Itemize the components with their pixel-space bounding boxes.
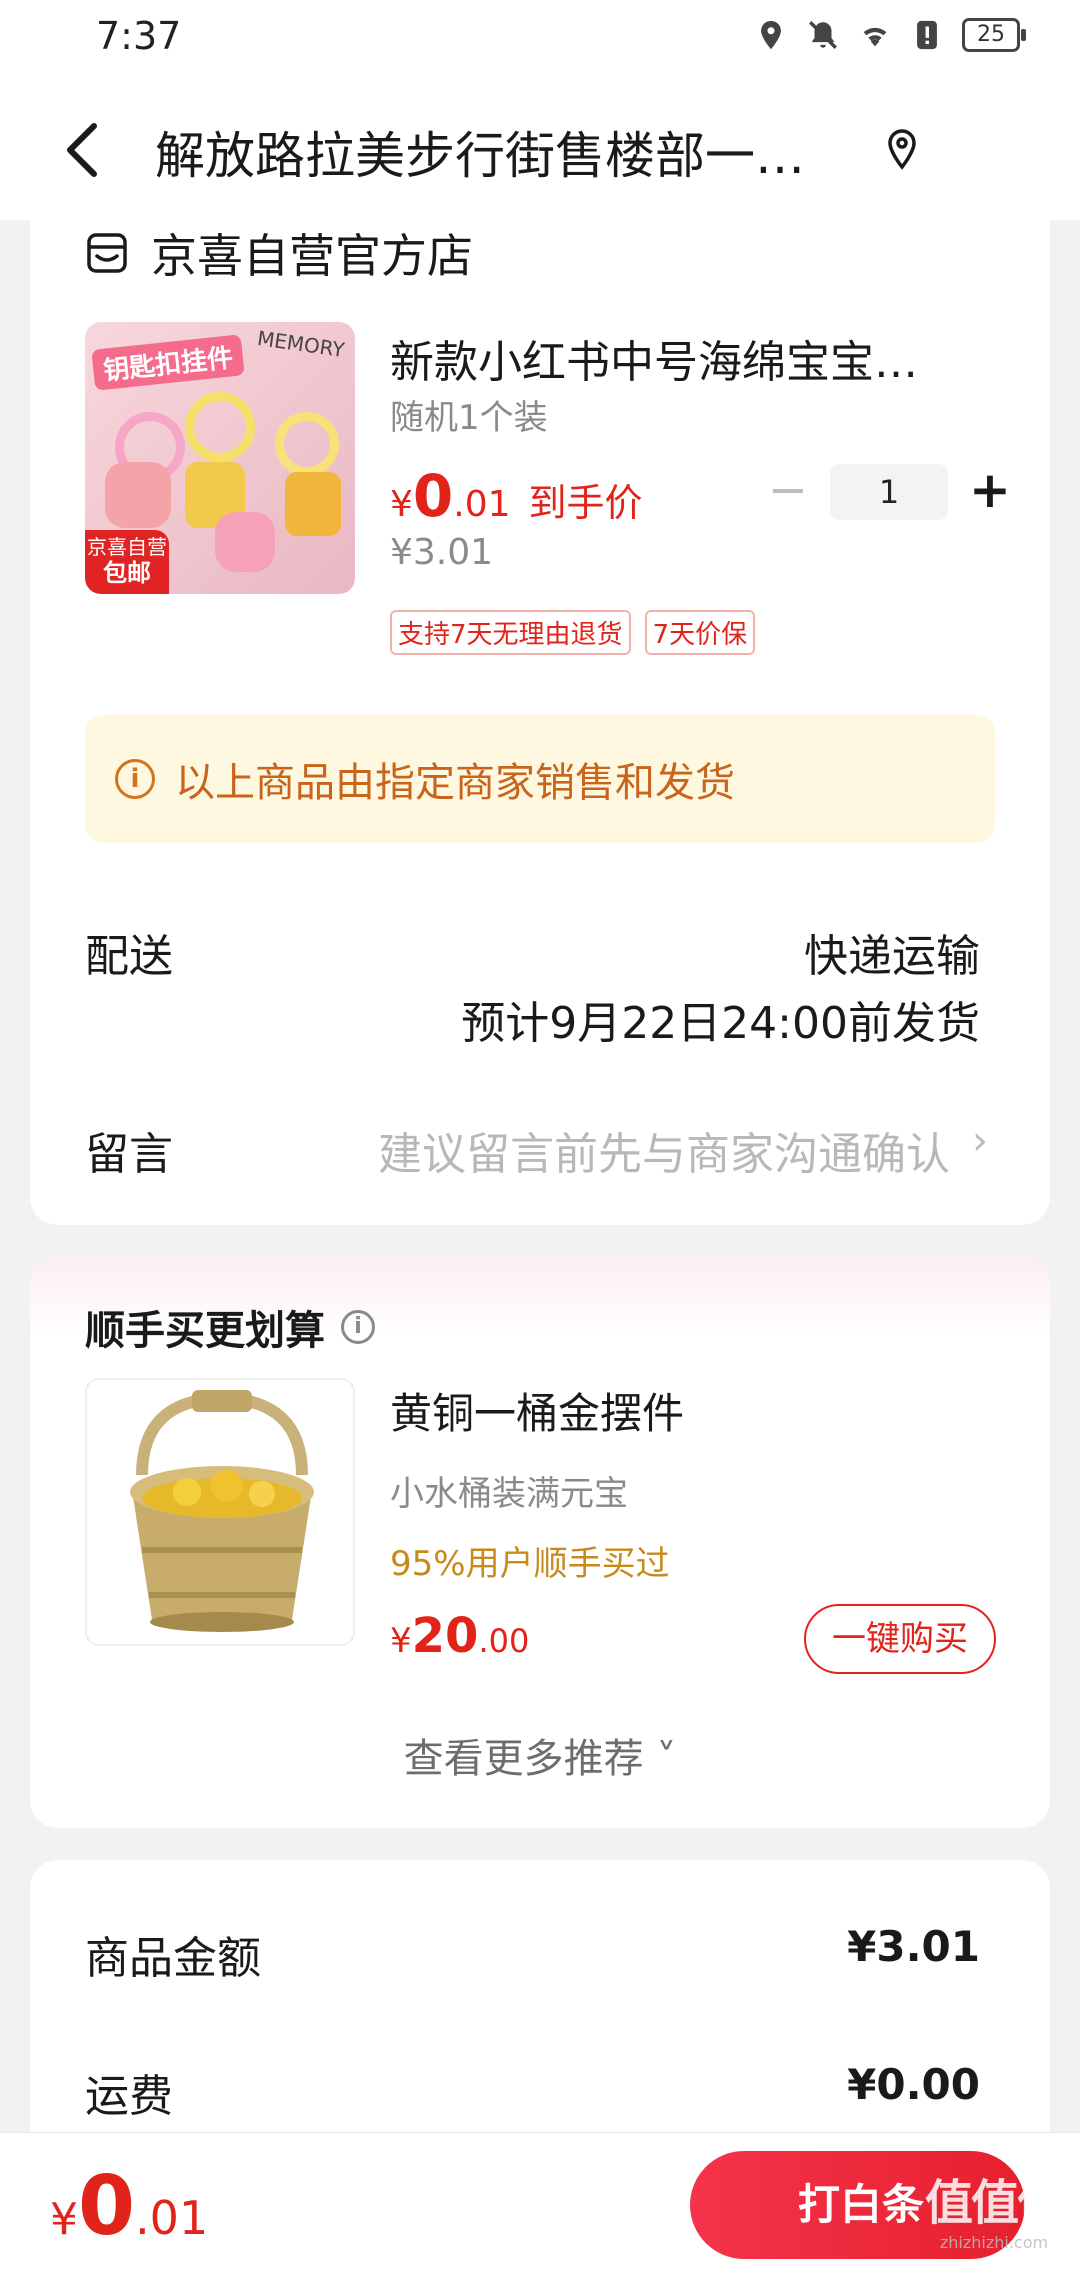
rec-price-decimal: .00 (478, 1622, 530, 1660)
toy-face-1 (105, 462, 171, 528)
original-price: ¥3.01 (390, 532, 494, 573)
chevron-right-icon[interactable]: › (972, 1118, 988, 1164)
address-title[interactable]: 解放路拉美步行街售楼部一… (155, 116, 875, 188)
store-name: 京喜自营官方店 (151, 229, 473, 283)
recommend-card: 顺手买更划算 i 黄铜一桶金摆件 小水桶装满元宝 95%用户顺手买过 ¥ 20 … (30, 1258, 1050, 1828)
return-badge: 支持7天无理由退货 (390, 610, 631, 655)
quantity-stepper: − 1 + (758, 464, 1020, 520)
total-integer: 0 (78, 2159, 136, 2254)
recommend-desc: 小水桶装满元宝 (390, 1474, 628, 1514)
checkout-bar: ¥ 0 .01 打白条 值值值 zhizhizhi.com (0, 2132, 1080, 2280)
rec-price-currency: ¥ (390, 1621, 412, 1661)
back-chevron-icon[interactable] (56, 110, 116, 190)
info-icon[interactable]: i (341, 1310, 375, 1344)
seller-notice: i 以上商品由指定商家销售和发货 (85, 715, 995, 843)
toy-yellow-2 (275, 412, 339, 476)
price-integer: 0 (412, 462, 454, 530)
price-protect-badge: 7天价保 (644, 610, 756, 655)
rec-price-integer: 20 (411, 1608, 479, 1664)
product-spec: 随机1个装 (390, 398, 548, 438)
product-title[interactable]: 新款小红书中号海绵宝宝… (390, 326, 1010, 390)
price-decimal: .01 (453, 484, 511, 525)
total-currency: ¥ (50, 2194, 78, 2245)
toy-yellow (185, 392, 255, 462)
watermark-url: zhizhizhi.com (939, 2233, 1049, 2252)
delivery-method[interactable]: 快递运输 (804, 920, 980, 984)
top-nav-bar: 解放路拉美步行街售楼部一… (0, 80, 1080, 220)
store-icon (87, 233, 127, 273)
recommend-title: 顺手买更划算 i (85, 1298, 375, 1356)
goods-amount-value: ¥3.01 (847, 1922, 980, 1971)
price-currency: ¥ (390, 484, 413, 525)
delivery-eta: 预计9月22日24:00前发货 (461, 998, 980, 1049)
recommend-image[interactable] (85, 1378, 355, 1646)
location-pin-icon[interactable] (884, 128, 920, 172)
quantity-input[interactable]: 1 (830, 464, 948, 520)
delivery-label: 配送 (85, 931, 173, 982)
info-icon: i (115, 759, 155, 799)
store-row[interactable]: 京喜自营官方店 (85, 220, 473, 286)
badge-top-text: 京喜自营 (87, 535, 167, 559)
status-time: 7:37 (96, 14, 182, 58)
recommend-price: ¥ 20 .00 (390, 1608, 529, 1664)
toy-face-4 (285, 472, 341, 536)
notice-text: 以上商品由指定商家销售和发货 (175, 760, 735, 806)
badge-bottom-text: 包邮 (103, 559, 151, 587)
message-input[interactable]: 建议留言前先与商家沟通确认 (378, 1118, 950, 1182)
recommend-popularity: 95%用户顺手买过 (390, 1544, 670, 1584)
increase-button[interactable]: + (960, 464, 1020, 520)
status-bar: 7:37 25 (0, 0, 1080, 80)
total-price: ¥ 0 .01 (50, 2159, 208, 2254)
goods-amount-label: 商品金额 (85, 1933, 261, 1984)
product-image[interactable]: 钥匙扣挂件 MEMORY 京喜自营 包邮 (85, 322, 355, 594)
service-badges: 支持7天无理由退货 7天价保 (390, 610, 756, 655)
wifi-icon (863, 27, 887, 47)
product-price: ¥ 0 .01 到手价 (390, 462, 643, 530)
location-icon (761, 20, 781, 50)
recommend-title-text: 顺手买更划算 (85, 1308, 325, 1354)
watermark: 值值值 zhizhizhi.com (925, 2163, 1065, 2252)
free-shipping-badge: 京喜自营 包邮 (85, 530, 169, 594)
product-image-text: MEMORY (256, 326, 347, 362)
decrease-button[interactable]: − (758, 464, 818, 520)
bucket-image (130, 1390, 314, 1632)
price-tag: 到手价 (528, 481, 643, 525)
shipping-fee-value: ¥0.00 (847, 2060, 980, 2109)
toy-face-3 (215, 512, 275, 572)
status-icons: 25 (754, 18, 1026, 52)
battery-icon: 25 (962, 18, 1026, 52)
order-card: 京喜自营官方店 钥匙扣挂件 MEMORY 京喜自营 包邮 新款小红书中号海绵宝宝… (30, 200, 1050, 1225)
one-click-buy-button[interactable]: 一键购买 (804, 1604, 996, 1674)
recommend-name[interactable]: 黄铜一桶金摆件 (390, 1380, 684, 1441)
watermark-logo: 值值值 (925, 2175, 1065, 2231)
total-decimal: .01 (135, 2191, 209, 2245)
mute-icon (809, 21, 837, 49)
alert-icon (917, 20, 937, 50)
shipping-fee-label: 运费 (85, 2071, 173, 2122)
more-recommendations-link[interactable]: 查看更多推荐 ˅ (30, 1726, 1050, 1784)
product-image-label: 钥匙扣挂件 (91, 334, 245, 391)
message-label: 留言 (85, 1129, 173, 1180)
